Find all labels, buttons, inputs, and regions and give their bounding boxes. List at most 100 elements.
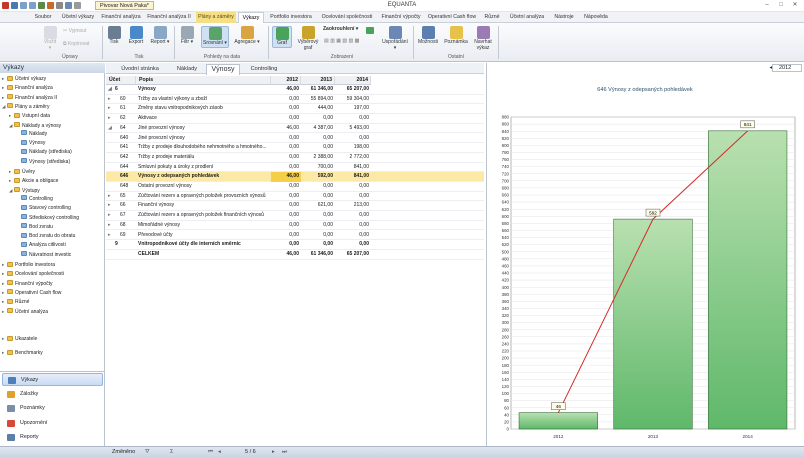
ribbon-tab-14[interactable]: Nápověda — [580, 12, 612, 23]
cell-2014[interactable]: 0,00 — [335, 231, 371, 241]
nav-button-1[interactable]: Výkazy — [2, 373, 103, 386]
cell-2012[interactable]: 46,00 — [271, 124, 301, 134]
cell-2014[interactable]: 65 207,00 — [335, 250, 371, 260]
cell-2013[interactable]: 444,00 — [301, 104, 335, 114]
nav-button-3[interactable]: Poznámky — [2, 402, 103, 415]
selective-chart-button[interactable]: Výběrový graf — [296, 26, 320, 51]
nav-button-2[interactable]: Záložky — [2, 388, 103, 401]
subtab-2[interactable]: Náklady — [170, 64, 204, 74]
col-header-2012[interactable]: 2012 — [271, 76, 301, 85]
table-row[interactable]: ◢ 6 Výnosy 46,00 61 346,00 65 207,00 — [106, 85, 484, 95]
close-button[interactable]: ✕ — [790, 1, 800, 10]
tree-item[interactable]: ▸ Ocelování společnosti — [2, 269, 105, 278]
ribbon-tab-12[interactable]: Účetní analýza — [506, 12, 548, 23]
ribbon-tab-11[interactable]: Různé — [480, 12, 504, 23]
table-row[interactable]: 641 Tržby z prodeje dlouhodobého nehmotné… — [106, 143, 484, 153]
minimize-button[interactable]: – — [762, 1, 772, 10]
col-header-description[interactable]: Popis — [136, 76, 271, 85]
row-toggle-icon[interactable] — [113, 182, 119, 192]
table-row[interactable]: ▸ 66 Finanční výnosy 0,00 621,00 213,00 — [106, 201, 484, 212]
cell-2014[interactable]: 0,00 — [335, 240, 371, 250]
tree-item[interactable]: Náklady (střediska) — [16, 148, 105, 157]
tree-item[interactable]: ▸ Účetní analýza — [2, 307, 105, 316]
color-icon[interactable] — [366, 27, 374, 34]
table-row[interactable]: 640 Jiné provozní výnosy 0,00 0,00 0,00 — [106, 134, 484, 144]
table-row[interactable]: ▸ 65 Zúčtování rezerv a opravných položek … — [106, 192, 484, 202]
subtab-3[interactable]: Výnosy — [206, 64, 240, 75]
cell-2013[interactable]: 0,00 — [301, 134, 335, 144]
row-toggle-icon[interactable]: ▸ — [108, 201, 114, 211]
cell-2014[interactable]: 0,00 — [335, 192, 371, 202]
cell-2012[interactable]: 0,00 — [271, 240, 301, 250]
tree-item[interactable]: ▸ Úvěry — [9, 167, 105, 176]
cell-2012[interactable]: 0,00 — [271, 201, 301, 211]
filter-button[interactable]: Filtr ▾ — [178, 26, 196, 46]
cell-2012[interactable]: 0,00 — [271, 95, 301, 105]
row-toggle-icon[interactable]: ◢ — [108, 124, 114, 134]
row-toggle-icon[interactable] — [113, 163, 119, 173]
cell-2012[interactable]: 0,00 — [271, 231, 301, 241]
chart-button[interactable]: Graf — [272, 26, 292, 48]
cell-2014[interactable]: 0,00 — [335, 211, 371, 221]
next-page-icon[interactable]: ▸ — [272, 447, 275, 457]
cell-2013[interactable]: 61 346,00 — [301, 250, 335, 260]
row-toggle-icon[interactable]: ▸ — [108, 95, 114, 105]
tree-item[interactable]: ▸ Portfolio investora — [2, 260, 105, 269]
table-row[interactable]: ▸ 61 Změny stavu vnitropodnikových zásob 0,… — [106, 104, 484, 115]
extra-group-item[interactable]: ▸ Ukazatele — [2, 334, 37, 343]
table-row[interactable]: ▸ 60 Tržby za vlastní výkony a zboží 0,00 55… — [106, 95, 484, 105]
col-header-account[interactable]: Účet — [106, 76, 136, 85]
tree-item[interactable]: ▸ Finanční analýza II — [2, 93, 105, 102]
note-button[interactable]: Poznámka — [443, 26, 469, 46]
cell-2013[interactable]: 0,00 — [301, 221, 335, 231]
cell-2012[interactable]: 0,00 — [271, 192, 301, 202]
cell-2013[interactable]: 2 388,00 — [301, 153, 335, 163]
cell-2012[interactable]: 46,00 — [271, 172, 301, 182]
cell-2012[interactable]: 0,00 — [271, 211, 301, 221]
row-toggle-icon[interactable] — [113, 143, 119, 153]
format-tools[interactable]: ▤ ▥ ▦ ▧ ▨ ▩ — [324, 38, 374, 45]
ribbon-tab-2[interactable]: Účetní výkazy — [58, 12, 98, 23]
row-toggle-icon[interactable] — [113, 153, 119, 163]
cell-2013[interactable]: 0,00 — [301, 231, 335, 241]
tree-item[interactable]: ◢ Plány a záměry — [2, 102, 105, 111]
cell-2014[interactable]: 2 772,00 — [335, 153, 371, 163]
cell-2013[interactable]: 0,00 — [301, 240, 335, 250]
cell-2014[interactable]: 0,00 — [335, 182, 371, 192]
nav-button-4[interactable]: Upozornění — [2, 417, 103, 430]
row-toggle-icon[interactable]: ▸ — [108, 114, 114, 124]
aggregation-button[interactable]: Agregace ▾ — [233, 26, 261, 46]
nav-button-5[interactable]: Reporty — [2, 431, 103, 444]
row-toggle-icon[interactable]: ▸ — [108, 231, 114, 241]
cell-2012[interactable]: 0,00 — [271, 104, 301, 114]
ribbon-tab-8[interactable]: Ocelování společnosti — [318, 12, 376, 23]
row-toggle-icon[interactable] — [108, 250, 114, 260]
cell-2014[interactable]: 59 304,00 — [335, 95, 371, 105]
cell-2014[interactable]: 841,00 — [335, 163, 371, 173]
row-toggle-icon[interactable]: ▸ — [108, 221, 114, 231]
table-row[interactable]: ▸ 67 Zúčtování rezerv a opravných položek … — [106, 211, 484, 221]
row-toggle-icon[interactable]: ▸ — [108, 192, 114, 202]
tree-item[interactable]: Controlling — [16, 195, 105, 204]
cell-2013[interactable]: 0,00 — [301, 192, 335, 202]
subtab-1[interactable]: Úvodní stránka — [112, 64, 168, 74]
year-selector[interactable]: 2012 — [772, 64, 802, 72]
cell-2012[interactable]: 46,00 — [271, 250, 301, 260]
ribbon-tab-1[interactable]: Soubor — [30, 12, 56, 23]
tree-item[interactable]: ▸ Akcie a obligace — [9, 176, 105, 185]
table-row[interactable]: 646 Výnosy z odepsaných pohledávek 46,00 59… — [106, 172, 484, 182]
cell-2013[interactable]: 0,00 — [301, 143, 335, 153]
design-report-button[interactable]: Navrhat výkaz — [472, 26, 494, 51]
cell-2014[interactable]: 0,00 — [335, 114, 371, 124]
ribbon-tab-9[interactable]: Finanční výpočty — [378, 12, 424, 23]
table-row[interactable]: ▸ 62 Aktivace 0,00 0,00 0,00 — [106, 114, 484, 124]
extra-group-item[interactable]: ▸ Benchmarky — [2, 348, 43, 357]
table-row[interactable]: 644 Smluvní pokuty a úroky z prodlení 0,00… — [106, 163, 484, 173]
tree-item[interactable]: ▸ Účetní výkazy — [2, 74, 105, 83]
cut-button[interactable]: ✂ Vyjmout — [63, 28, 86, 34]
cell-2012[interactable]: 46,00 — [271, 85, 301, 95]
row-toggle-icon[interactable] — [113, 172, 119, 182]
cell-2014[interactable]: 197,00 — [335, 104, 371, 114]
ribbon-tab-10[interactable]: Operativní Cash flow — [426, 12, 478, 23]
tree-item[interactable]: Výnosy — [16, 139, 105, 148]
